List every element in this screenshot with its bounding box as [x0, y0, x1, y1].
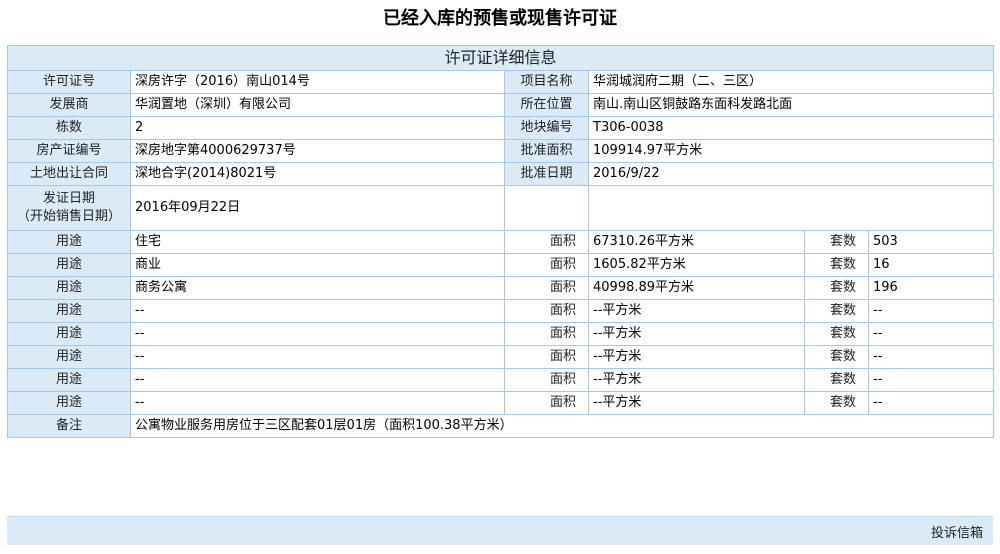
developer-value: 华润置地（深圳）有限公司: [130, 93, 505, 117]
issue-date-empty-wide-cell: [587, 185, 995, 231]
usage-label: 用途: [7, 230, 131, 254]
area-value: --平方米: [588, 391, 805, 415]
area-value: 67310.26平方米: [588, 230, 805, 254]
usage-row: 用途 -- 面积 --平方米 套数 --: [7, 391, 995, 415]
info-row-property-cert: 房产证编号 深房地字第4000629737号 批准面积 109914.97平方米: [7, 139, 995, 163]
area-value: --平方米: [588, 299, 805, 323]
area-label: 面积: [504, 253, 589, 277]
info-row-buildings: 栋数 2 地块编号 T306-0038: [7, 116, 995, 140]
info-row-land-contract: 土地出让合同 深地合字(2014)8021号 批准日期 2016/9/22: [7, 162, 995, 186]
usage-value: --: [130, 391, 505, 415]
usage-row: 用途 -- 面积 --平方米 套数 --: [7, 322, 995, 346]
usage-row: 用途 -- 面积 --平方米 套数 --: [7, 345, 995, 369]
area-value: --平方米: [588, 368, 805, 392]
approved-area-label: 批准面积: [504, 139, 589, 163]
area-label: 面积: [504, 230, 589, 254]
issue-date-value: 2016年09月22日: [130, 185, 505, 231]
footer-bar: 投诉信箱: [7, 516, 993, 545]
usage-value: 商务公寓: [130, 276, 505, 300]
usage-label: 用途: [7, 322, 131, 346]
land-contract-value: 深地合字(2014)8021号: [130, 162, 505, 186]
usage-label: 用途: [7, 345, 131, 369]
approval-date-label: 批准日期: [504, 162, 589, 186]
usage-label: 用途: [7, 276, 131, 300]
usage-label: 用途: [7, 299, 131, 323]
units-label: 套数: [804, 345, 869, 369]
area-label: 面积: [504, 368, 589, 392]
usage-row: 用途 商务公寓 面积 40998.89平方米 套数 196: [7, 276, 995, 300]
remark-row: 备注 公寓物业服务用房位于三区配套01层01房（面积100.38平方米）: [7, 414, 995, 438]
units-value: 503: [867, 230, 995, 254]
property-cert-label: 房产证编号: [7, 139, 131, 163]
area-label: 面积: [504, 345, 589, 369]
section-header-row: 许可证详细信息: [6, 45, 995, 71]
issue-date-empty-cell: [504, 185, 589, 231]
project-name-label: 项目名称: [504, 70, 589, 94]
remark-value: 公寓物业服务用房位于三区配套01层01房（面积100.38平方米）: [129, 414, 995, 438]
usage-row: 用途 住宅 面积 67310.26平方米 套数 503: [7, 230, 995, 254]
units-label: 套数: [804, 253, 869, 277]
permit-detail-table: 许可证详细信息 许可证号 深房许字（2016）南山014号 项目名称 华润城润府…: [6, 45, 995, 438]
plot-number-label: 地块编号: [504, 116, 589, 140]
permit-number-label: 许可证号: [7, 70, 131, 94]
area-value: 40998.89平方米: [588, 276, 805, 300]
usage-row: 用途 -- 面积 --平方米 套数 --: [7, 299, 995, 323]
units-label: 套数: [804, 276, 869, 300]
area-value: --平方米: [588, 322, 805, 346]
property-cert-value: 深房地字第4000629737号: [130, 139, 505, 163]
approval-date-value: 2016/9/22: [587, 162, 995, 186]
units-label: 套数: [804, 391, 869, 415]
issue-date-label: 发证日期 （开始销售日期）: [7, 185, 131, 231]
building-count-value: 2: [130, 116, 505, 140]
usage-label: 用途: [7, 368, 131, 392]
usage-label: 用途: [7, 391, 131, 415]
page-title: 已经入库的预售或现售许可证: [383, 8, 617, 29]
units-value: --: [867, 368, 995, 392]
usage-value: --: [130, 368, 505, 392]
units-label: 套数: [804, 322, 869, 346]
issue-date-label-line2: （开始销售日期）: [16, 209, 121, 224]
remark-label: 备注: [7, 414, 131, 438]
location-label: 所在位置: [504, 93, 589, 117]
project-name-value: 华润城润府二期（二、三区）: [587, 70, 995, 94]
usage-value: 商业: [130, 253, 505, 277]
section-title: 许可证详细信息: [6, 45, 995, 71]
units-label: 套数: [804, 368, 869, 392]
building-count-label: 栋数: [7, 116, 131, 140]
area-label: 面积: [504, 391, 589, 415]
area-label: 面积: [504, 276, 589, 300]
area-value: --平方米: [588, 345, 805, 369]
developer-label: 发展商: [7, 93, 131, 117]
complaint-mailbox-link[interactable]: 投诉信箱: [931, 522, 983, 541]
info-row-permit-number: 许可证号 深房许字（2016）南山014号 项目名称 华润城润府二期（二、三区）: [7, 70, 995, 94]
issue-date-label-line1: 发证日期: [42, 191, 95, 206]
area-label: 面积: [504, 322, 589, 346]
issue-date-row: 发证日期 （开始销售日期） 2016年09月22日: [7, 185, 995, 231]
usage-value: --: [130, 299, 505, 323]
usage-row: 用途 商业 面积 1605.82平方米 套数 16: [7, 253, 995, 277]
usage-label: 用途: [7, 253, 131, 277]
approved-area-value: 109914.97平方米: [587, 139, 995, 163]
land-contract-label: 土地出让合同: [7, 162, 131, 186]
units-value: 16: [867, 253, 995, 277]
units-value: --: [867, 322, 995, 346]
units-value: --: [867, 345, 995, 369]
units-value: 196: [867, 276, 995, 300]
usage-value: 住宅: [130, 230, 505, 254]
info-row-developer: 发展商 华润置地（深圳）有限公司 所在位置 南山.南山区铜鼓路东面科发路北面: [7, 93, 995, 117]
location-value: 南山.南山区铜鼓路东面科发路北面: [587, 93, 995, 117]
units-value: --: [867, 299, 995, 323]
permit-number-value: 深房许字（2016）南山014号: [130, 70, 505, 94]
plot-number-value: T306-0038: [587, 116, 995, 140]
usage-value: --: [130, 345, 505, 369]
units-label: 套数: [804, 230, 869, 254]
units-value: --: [867, 391, 995, 415]
area-label: 面积: [504, 299, 589, 323]
usage-value: --: [130, 322, 505, 346]
usage-row: 用途 -- 面积 --平方米 套数 --: [7, 368, 995, 392]
area-value: 1605.82平方米: [588, 253, 805, 277]
units-label: 套数: [804, 299, 869, 323]
